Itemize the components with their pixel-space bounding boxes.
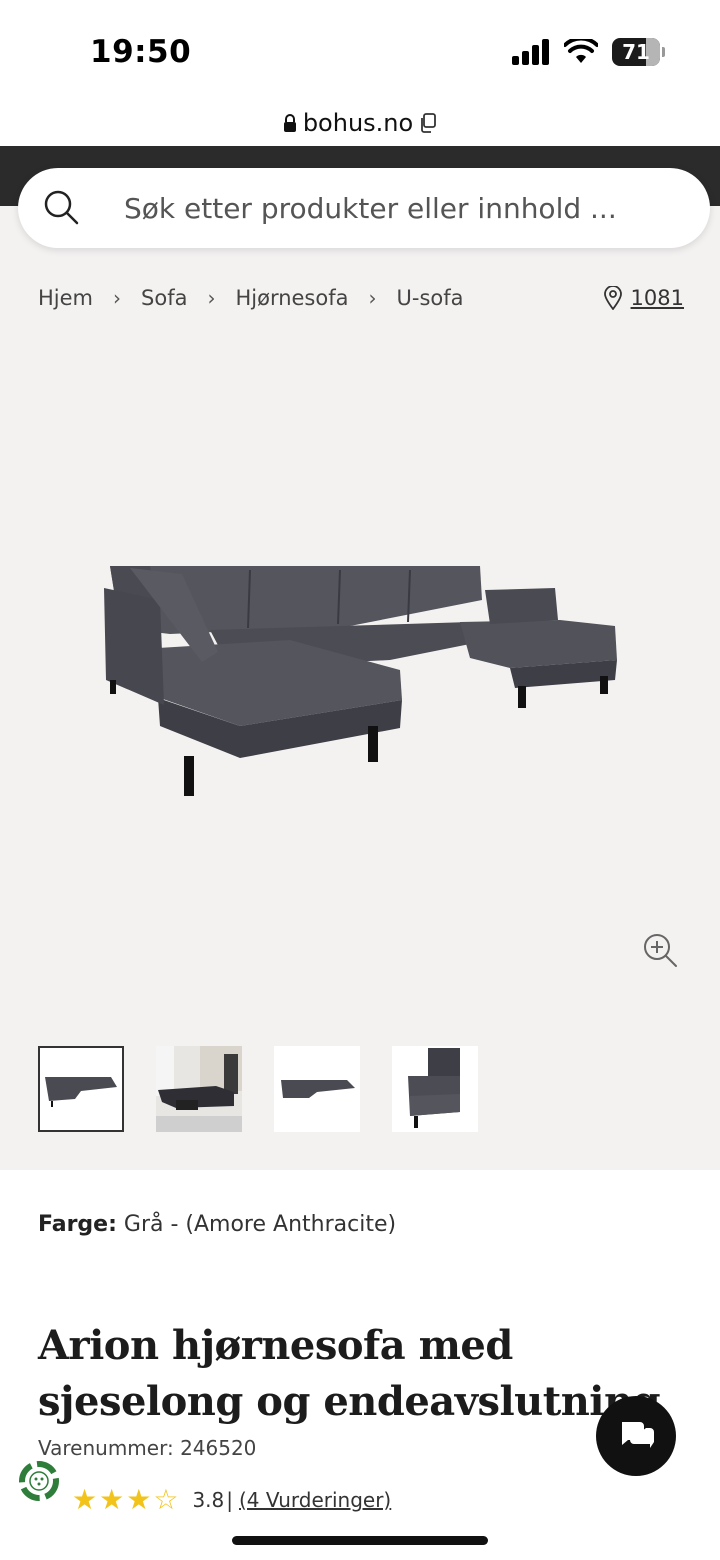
home-indicator bbox=[232, 1536, 488, 1545]
breadcrumb: Hjem › Sofa › Hjørnesofa › U-sofa bbox=[38, 286, 464, 310]
sku-value: 246520 bbox=[180, 1436, 257, 1460]
location-pin-icon bbox=[603, 286, 622, 310]
rating-score: 3.8 bbox=[192, 1488, 225, 1512]
search-input[interactable]: Søk etter produkter eller innhold ... bbox=[18, 168, 710, 248]
store-selector[interactable]: 1081 bbox=[603, 286, 684, 310]
star-empty-icon: ☆ bbox=[153, 1483, 179, 1516]
reviews-link[interactable]: (4 Vurderinger) bbox=[239, 1488, 391, 1512]
thumbnail-4[interactable] bbox=[392, 1046, 478, 1132]
color-label: Farge: bbox=[38, 1212, 117, 1237]
thumbnail-1[interactable] bbox=[38, 1046, 124, 1132]
chevron-right-icon: › bbox=[207, 286, 216, 310]
color-value: Grå - (Amore Anthracite) bbox=[123, 1212, 397, 1237]
cellular-signal-icon bbox=[512, 39, 549, 65]
product-title: Arion hjørnesofa med sjeselong og endeav… bbox=[38, 1322, 661, 1425]
battery-icon: 71 bbox=[612, 38, 665, 66]
status-time: 19:50 bbox=[90, 34, 192, 70]
color-selection: Farge: Grå - (Amore Anthracite) bbox=[38, 1212, 396, 1237]
product-image[interactable] bbox=[90, 530, 630, 820]
chat-icon bbox=[622, 1422, 654, 1448]
sku: Varenummer: 246520 bbox=[38, 1436, 256, 1460]
breadcrumb-item-home[interactable]: Hjem bbox=[38, 286, 93, 310]
star-full-icon: ★ bbox=[72, 1483, 98, 1516]
wifi-icon bbox=[564, 39, 598, 63]
star-full-icon: ★ bbox=[126, 1483, 152, 1516]
recycle-icon[interactable] bbox=[14, 1456, 64, 1506]
chevron-right-icon: › bbox=[368, 286, 377, 310]
rating-divider: | bbox=[226, 1488, 233, 1512]
battery-level: 71 bbox=[622, 40, 650, 64]
breadcrumb-item-sofa[interactable]: Sofa bbox=[141, 286, 187, 310]
search-icon bbox=[44, 190, 79, 225]
breadcrumb-item-corner-sofa[interactable]: Hjørnesofa bbox=[235, 286, 348, 310]
copy-icon[interactable] bbox=[419, 113, 437, 133]
zoom-in-icon[interactable] bbox=[642, 932, 678, 968]
search-placeholder: Søk etter produkter eller innhold ... bbox=[124, 192, 617, 225]
star-full-icon: ★ bbox=[99, 1483, 125, 1516]
lock-icon bbox=[283, 114, 296, 132]
url-bar[interactable]: bohus.no bbox=[0, 100, 720, 146]
store-number: 1081 bbox=[630, 286, 684, 310]
thumbnail-3[interactable] bbox=[274, 1046, 360, 1132]
rating[interactable]: ★ ★ ★ ☆ 3.8 | (4 Vurderinger) bbox=[72, 1486, 391, 1514]
chat-button[interactable] bbox=[596, 1396, 676, 1476]
breadcrumb-item-u-sofa[interactable]: U-sofa bbox=[397, 286, 464, 310]
status-bar: 19:50 71 bbox=[0, 0, 720, 100]
status-icons: 71 bbox=[512, 38, 665, 66]
thumbnail-2[interactable] bbox=[156, 1046, 242, 1132]
thumbnail-strip bbox=[38, 1046, 478, 1132]
chevron-right-icon: › bbox=[113, 286, 122, 310]
url-text: bohus.no bbox=[302, 109, 414, 137]
